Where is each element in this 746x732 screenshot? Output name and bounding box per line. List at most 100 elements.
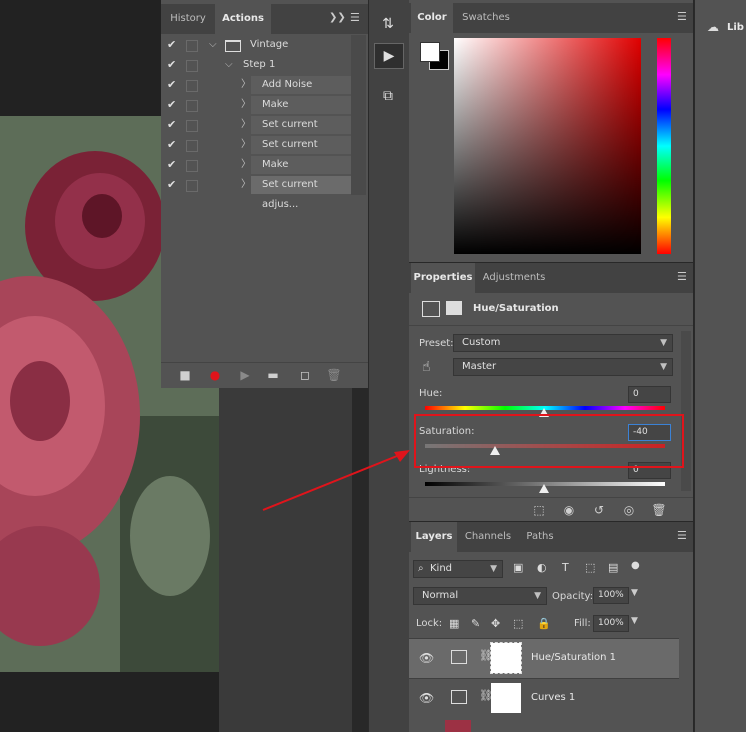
record-icon[interactable]: ●: [205, 363, 225, 387]
opacity-input[interactable]: 100%: [593, 587, 629, 604]
layer-name[interactable]: Curves 1: [531, 692, 575, 703]
lock-position-icon[interactable]: ✥: [491, 617, 500, 630]
tab-color[interactable]: Color: [411, 3, 453, 33]
trash-icon[interactable]: 🗑: [324, 363, 344, 387]
filter-kind-select[interactable]: ⌕ Kind ▼: [413, 560, 503, 578]
layer-row[interactable]: 👁 ⛓ Curves 1: [409, 678, 679, 718]
lock-all-icon[interactable]: 🔒: [537, 617, 551, 630]
tab-adjustments[interactable]: Adjustments: [479, 263, 549, 293]
tab-history[interactable]: History: [163, 4, 213, 34]
hue-spectrum-slider[interactable]: [657, 38, 671, 254]
chevron-right-icon[interactable]: 〉: [241, 115, 251, 135]
dialog-toggle[interactable]: [186, 140, 198, 152]
filter-toggle-icon[interactable]: ●: [631, 560, 640, 571]
mask-icon[interactable]: [446, 301, 462, 315]
tab-actions[interactable]: Actions: [215, 4, 271, 34]
hue-input[interactable]: 0: [628, 386, 671, 403]
action-row-selected[interactable]: ✔ 〉 Set current adjus...: [161, 175, 351, 210]
chevron-right-icon[interactable]: 〉: [241, 95, 251, 115]
panel-menu-icon[interactable]: ☰: [350, 11, 360, 24]
chevron-right-icon[interactable]: 〉: [241, 135, 251, 155]
layer-row-selected[interactable]: 👁 ⛓ Hue/Saturation 1: [409, 638, 679, 678]
view-previous-icon[interactable]: ◉: [559, 498, 579, 522]
dialog-toggle[interactable]: [186, 100, 198, 112]
filter-type-icon[interactable]: T: [562, 561, 569, 574]
action-row-vintage[interactable]: ✔ ⌵ Vintage: [161, 35, 351, 55]
tab-properties[interactable]: Properties: [411, 263, 475, 293]
lock-transparent-icon[interactable]: ▦: [449, 617, 459, 630]
dialog-toggle[interactable]: [186, 160, 198, 172]
check-icon[interactable]: ✔: [167, 55, 179, 75]
clip-to-layer-icon[interactable]: ⬚: [529, 498, 549, 522]
chevron-right-icon[interactable]: 〉: [241, 155, 251, 175]
check-icon[interactable]: ✔: [167, 155, 179, 175]
libraries-label[interactable]: Lib: [727, 22, 744, 33]
action-row[interactable]: ✔ 〉 Set current adjus...: [161, 135, 351, 170]
action-row-step1[interactable]: ✔ ⌵ Step 1: [161, 55, 351, 75]
check-icon[interactable]: ✔: [167, 135, 179, 155]
action-row[interactable]: ✔ 〉 Set current adjus...: [161, 115, 351, 150]
actions-play-icon[interactable]: ▶: [374, 43, 404, 69]
dialog-toggle[interactable]: [186, 180, 198, 192]
panel-menu-icon[interactable]: ☰: [677, 529, 687, 542]
blend-mode-select[interactable]: Normal ▼: [413, 587, 547, 605]
hand-adjust-icon[interactable]: ☝: [422, 359, 431, 375]
play-icon[interactable]: ▶: [235, 363, 255, 387]
action-row[interactable]: ✔ 〉 Make adjustment...: [161, 95, 351, 130]
folder-icon[interactable]: ▬: [263, 363, 283, 387]
foreground-color-swatch[interactable]: [420, 42, 440, 62]
dialog-toggle[interactable]: [186, 60, 198, 72]
dialog-toggle[interactable]: [186, 40, 198, 52]
trash-icon[interactable]: 🗑: [649, 498, 669, 522]
check-icon[interactable]: ✔: [167, 115, 179, 135]
action-row[interactable]: ✔ 〉 Make adjustment...: [161, 155, 351, 190]
hue-label: Hue:: [419, 388, 443, 399]
creative-cloud-icon[interactable]: ☁: [707, 20, 719, 34]
lightness-slider-thumb[interactable]: [539, 484, 549, 493]
filter-adjustment-icon[interactable]: ◐: [537, 561, 547, 574]
layer-mask-thumbnail[interactable]: [490, 642, 522, 674]
check-icon[interactable]: ✔: [167, 35, 179, 55]
dialog-toggle[interactable]: [186, 120, 198, 132]
fill-input[interactable]: 100%: [593, 615, 629, 632]
reset-icon[interactable]: ↺: [589, 498, 609, 522]
chevron-down-icon[interactable]: ▼: [631, 588, 638, 598]
layer-name[interactable]: Hue/Saturation 1: [531, 652, 616, 663]
tab-swatches[interactable]: Swatches: [457, 3, 515, 33]
transform-icon[interactable]: ⧉: [374, 84, 402, 108]
panel-menu-icon[interactable]: ☰: [677, 270, 687, 283]
filter-shape-icon[interactable]: ⬚: [585, 561, 595, 574]
history-states-icon[interactable]: ⇅: [374, 12, 402, 36]
tab-channels[interactable]: Channels: [461, 522, 515, 552]
collapse-icon[interactable]: ❯❯: [329, 12, 346, 23]
lock-artboard-icon[interactable]: ⬚: [513, 617, 523, 630]
chevron-down-icon[interactable]: ▼: [631, 616, 638, 626]
background-layer-thumbnail[interactable]: [445, 720, 471, 732]
tab-layers[interactable]: Layers: [411, 522, 457, 552]
check-icon[interactable]: ✔: [167, 75, 179, 95]
lock-image-icon[interactable]: ✎: [471, 617, 480, 630]
new-action-icon[interactable]: ◻: [295, 363, 315, 387]
chevron-right-icon[interactable]: 〉: [241, 175, 251, 195]
visibility-eye-icon[interactable]: 👁: [419, 651, 434, 665]
chevron-down-icon[interactable]: ⌵: [225, 55, 233, 75]
preset-select[interactable]: Custom ▼: [453, 334, 673, 352]
check-icon[interactable]: ✔: [167, 175, 179, 195]
dialog-toggle[interactable]: [186, 80, 198, 92]
visibility-icon[interactable]: ◎: [619, 498, 639, 522]
check-icon[interactable]: ✔: [167, 95, 179, 115]
chevron-right-icon[interactable]: 〉: [241, 75, 251, 95]
color-field[interactable]: [454, 38, 641, 254]
panel-menu-icon[interactable]: ☰: [677, 10, 687, 23]
chevron-down-icon[interactable]: ⌵: [209, 35, 217, 55]
stop-icon[interactable]: ■: [175, 363, 195, 387]
channel-select[interactable]: Master ▼: [453, 358, 673, 376]
visibility-eye-icon[interactable]: 👁: [419, 691, 434, 705]
layer-mask-thumbnail[interactable]: [491, 683, 521, 713]
tab-paths[interactable]: Paths: [519, 522, 561, 552]
actions-scrollbar[interactable]: [351, 35, 366, 195]
adjustment-icon[interactable]: [422, 301, 440, 317]
action-row[interactable]: ✔ 〉 Add Noise: [161, 75, 351, 95]
filter-smart-object-icon[interactable]: ▤: [608, 561, 618, 574]
filter-pixel-icon[interactable]: ▣: [513, 561, 523, 574]
